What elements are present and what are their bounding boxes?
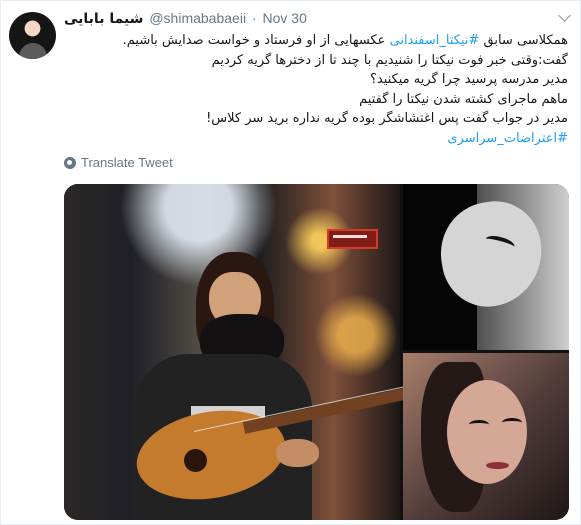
portrait-left-eye <box>469 420 489 429</box>
tweet-date[interactable]: Nov 30 <box>263 10 307 26</box>
hand-shape <box>276 439 319 467</box>
hashtag-link-protests[interactable]: #اعتراضات_سراسری <box>447 131 568 146</box>
portrait-lips <box>486 462 509 469</box>
street-sign-image <box>327 229 378 249</box>
chevron-down-icon[interactable] <box>558 9 571 22</box>
hashtag-link-nikta[interactable]: #نیکتا_اسفندانی <box>389 33 479 48</box>
translate-tweet-button[interactable]: Translate Tweet <box>64 155 173 170</box>
globe-icon <box>64 156 76 169</box>
portrait-right-eye <box>502 418 522 427</box>
display-name[interactable]: شیما بابایی <box>64 11 143 27</box>
street-sign-line <box>333 235 367 238</box>
tweet-card: شیما بابایی @shimababaeii · Nov 30 همکلا… <box>0 0 581 525</box>
tweet-text: همکلاسی سابق #نیکتا_اسفندانی عکسهایی از … <box>66 31 568 148</box>
date-separator: · <box>251 10 257 26</box>
tweet-header: شیما بابایی @shimababaeii · Nov 30 <box>64 10 307 30</box>
handle[interactable]: @shimababaeii <box>149 10 246 26</box>
portrait-face-shape <box>447 380 527 484</box>
tweet-text-prefix: همکلاسی سابق <box>479 33 569 48</box>
guitar-soundhole <box>184 449 207 472</box>
profile-avatar[interactable] <box>9 12 56 59</box>
translate-tweet-label: Translate Tweet <box>81 155 173 170</box>
tweet-media-grid <box>64 184 569 520</box>
